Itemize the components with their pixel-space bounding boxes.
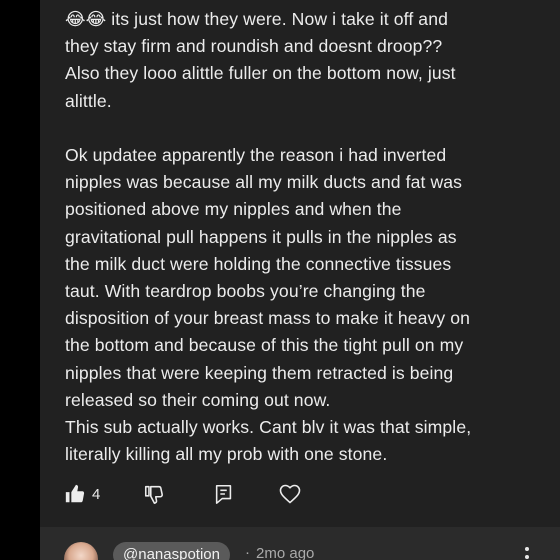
menu-dot [525, 555, 529, 559]
comment-line: Ok updatee apparently the reason i had i… [65, 145, 447, 165]
thumbs-down-icon [145, 485, 164, 504]
dislike-button[interactable] [143, 483, 165, 505]
comment-line: alittle. [65, 90, 112, 111]
comment-text: 😂😂 its just how they were. Now i take it… [65, 6, 543, 468]
comment-line: the milk duct were holding the connectiv… [65, 253, 452, 274]
paragraph-break [65, 115, 543, 142]
comment-line: gravitational pull happens it pulls in t… [65, 226, 457, 247]
comment-line: taut. With teardrop boobs you’re changin… [65, 281, 426, 302]
reply-button[interactable] [213, 483, 235, 505]
comment-line: released so their coming out now. [65, 389, 331, 410]
next-comment: @nanaspotion · 2mo ago [40, 527, 560, 560]
thumbs-up-icon [65, 484, 85, 503]
comment-card: 😂😂 its just how they were. Now i take it… [40, 0, 560, 527]
like-button[interactable]: 4 [64, 483, 100, 505]
reply-icon [216, 484, 232, 504]
comment-line: positioned above my nipples and when the [65, 199, 402, 220]
comment-line: they stay firm and roundish and doesnt d… [65, 36, 443, 57]
avatar[interactable] [64, 542, 98, 560]
comment-line: the bottom and because of this the tight… [65, 335, 464, 356]
comment-line: 😂😂 its just how they were. Now i take it… [65, 9, 448, 29]
comment-line: nipples that were keeping them retracted… [65, 362, 454, 383]
separator-dot: · [245, 544, 250, 560]
like-count: 4 [92, 485, 101, 503]
heart-icon [280, 484, 301, 504]
comment-line: Also they looo alittle fuller on the bot… [65, 63, 456, 84]
menu-dot [525, 547, 529, 551]
comment-line: nipples was because all my milk ducts an… [65, 172, 463, 193]
comment-line: disposition of your breast mass to make … [65, 308, 471, 329]
heart-button[interactable] [278, 482, 302, 506]
comment-line: literally killing all my prob with one s… [65, 444, 388, 465]
author-handle[interactable]: @nanaspotion [113, 542, 230, 560]
comment-actions: 4 [64, 481, 302, 507]
comment-line: This sub actually works. Cant blv it was… [65, 417, 472, 438]
more-vertical-icon[interactable] [524, 547, 530, 560]
comment-timestamp: 2mo ago [256, 545, 315, 560]
